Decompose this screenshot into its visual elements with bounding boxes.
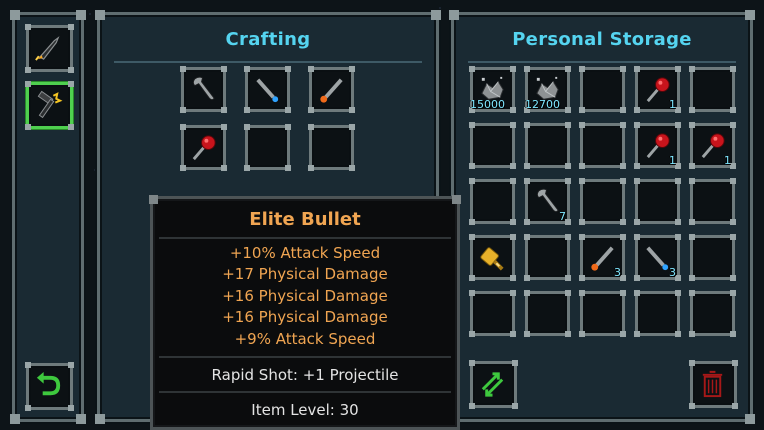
item-count: 15000 bbox=[470, 98, 505, 111]
tooltip-divider bbox=[159, 356, 451, 358]
item-stat: +9% Attack Speed bbox=[234, 330, 376, 348]
item-count: 3 bbox=[669, 266, 676, 279]
golden-bullet-icon bbox=[480, 247, 504, 271]
tooltip-divider bbox=[159, 391, 451, 393]
crafting-title: Crafting bbox=[225, 29, 311, 50]
item-count: 1 bbox=[724, 154, 731, 167]
storage-slot[interactable] bbox=[469, 290, 516, 337]
storage-slot[interactable] bbox=[469, 234, 516, 281]
storage-slot[interactable] bbox=[524, 234, 571, 281]
crafting-tab[interactable] bbox=[25, 81, 74, 130]
weapon-icon bbox=[35, 36, 60, 61]
storage-slot[interactable] bbox=[579, 178, 626, 225]
storage-slot[interactable]: 1 bbox=[689, 122, 736, 169]
blue-wand-icon bbox=[256, 78, 279, 103]
storage-slot[interactable] bbox=[689, 290, 736, 337]
storage-title: Personal Storage bbox=[512, 29, 692, 50]
storage-slot[interactable]: 15000 bbox=[469, 66, 516, 113]
item-count: 3 bbox=[614, 266, 621, 279]
item-stat: +17 Physical Damage bbox=[222, 265, 388, 283]
storage-slot[interactable] bbox=[469, 122, 516, 169]
storage-slot[interactable]: 3 bbox=[634, 234, 681, 281]
storage-slot[interactable] bbox=[579, 290, 626, 337]
storage-slot[interactable]: 3 bbox=[579, 234, 626, 281]
storage-slot[interactable] bbox=[524, 122, 571, 169]
storage-slot[interactable] bbox=[689, 234, 736, 281]
storage-title-divider bbox=[468, 61, 736, 63]
item-count: 1 bbox=[669, 98, 676, 111]
storage-slot[interactable] bbox=[634, 290, 681, 337]
storage-slot[interactable] bbox=[634, 178, 681, 225]
storage-slot[interactable] bbox=[579, 66, 626, 113]
storage-panel: Personal Storage 15000 12700 1 1 1 7 3 3 bbox=[449, 10, 755, 424]
item-tooltip: Elite Bullet +10% Attack Speed +17 Physi… bbox=[149, 195, 461, 430]
item-count: 7 bbox=[559, 210, 566, 223]
storage-slot[interactable]: 12700 bbox=[524, 66, 571, 113]
item-count: 1 bbox=[669, 154, 676, 167]
storage-slot[interactable]: 1 bbox=[634, 66, 681, 113]
crafting-title-divider bbox=[114, 61, 422, 63]
storage-slot[interactable] bbox=[579, 122, 626, 169]
crafting-slot[interactable] bbox=[180, 124, 227, 171]
tool-strip bbox=[10, 10, 86, 424]
back-button[interactable] bbox=[25, 362, 74, 411]
storage-slot[interactable]: 1 bbox=[634, 122, 681, 169]
storage-slot[interactable] bbox=[689, 178, 736, 225]
wrench-icon bbox=[192, 76, 215, 101]
item-stat: +10% Attack Speed bbox=[229, 244, 381, 262]
storage-slot[interactable] bbox=[689, 66, 736, 113]
item-name: Elite Bullet bbox=[249, 209, 361, 230]
crafting-slot[interactable] bbox=[308, 66, 355, 113]
item-level: Item Level: 30 bbox=[251, 401, 359, 419]
item-stat: +16 Physical Damage bbox=[222, 287, 388, 305]
red-gem-staff-icon bbox=[192, 135, 216, 161]
item-count: 12700 bbox=[525, 98, 560, 111]
hammer-icon bbox=[37, 90, 63, 119]
item-stat: +16 Physical Damage bbox=[222, 308, 388, 326]
return-arrow-icon bbox=[36, 371, 61, 396]
swap-arrows-icon bbox=[481, 372, 504, 397]
sort-button[interactable] bbox=[469, 360, 518, 409]
crafting-slot[interactable] bbox=[180, 66, 227, 113]
crafting-slot[interactable] bbox=[308, 124, 355, 171]
trash-button[interactable] bbox=[689, 360, 738, 409]
crafting-slot[interactable] bbox=[244, 124, 291, 171]
tooltip-divider bbox=[159, 237, 451, 239]
storage-slot[interactable]: 7 bbox=[524, 178, 571, 225]
equipment-tab[interactable] bbox=[25, 24, 74, 73]
orange-wand-icon bbox=[320, 78, 343, 103]
storage-slot[interactable] bbox=[469, 178, 516, 225]
storage-slot[interactable] bbox=[524, 290, 571, 337]
trash-icon bbox=[702, 370, 723, 398]
item-ability: Rapid Shot: +1 Projectile bbox=[211, 366, 399, 384]
crafting-slot[interactable] bbox=[244, 66, 291, 113]
